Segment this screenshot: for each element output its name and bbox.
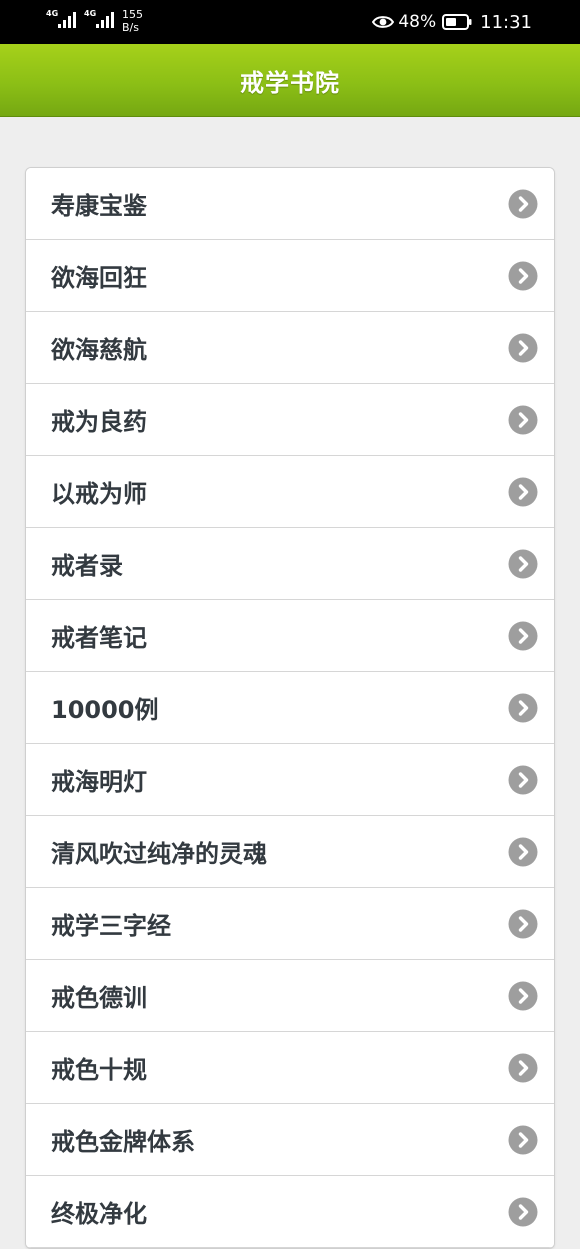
list-item[interactable]: 戒色德训 xyxy=(26,960,554,1032)
signal-bars-icon xyxy=(58,12,76,28)
list-item-label: 戒者笔记 xyxy=(51,624,147,652)
list-item-label: 戒为良药 xyxy=(51,408,147,436)
cellular-signal-2: 4G xyxy=(84,8,114,36)
chevron-right-icon xyxy=(508,1053,538,1082)
list-item[interactable]: 戒海明灯 xyxy=(26,744,554,816)
list-item-label: 欲海慈航 xyxy=(51,336,147,364)
network-speed-value: 155 xyxy=(122,8,143,21)
list-item[interactable]: 戒色金牌体系 xyxy=(26,1104,554,1176)
chevron-right-icon xyxy=(508,765,538,794)
list-item-label: 清风吹过纯净的灵魂 xyxy=(51,840,267,868)
status-bar-right: 48% 11:31 xyxy=(372,10,532,34)
chevron-right-icon xyxy=(508,621,538,650)
list-item-label: 寿康宝鉴 xyxy=(51,192,147,220)
list-item-label: 终极净化 xyxy=(51,1200,147,1228)
list-item[interactable]: 戒为良药 xyxy=(26,384,554,456)
list-item-label: 戒色十规 xyxy=(51,1056,147,1084)
list-item[interactable]: 戒学三字经 xyxy=(26,888,554,960)
list-item[interactable]: 欲海慈航 xyxy=(26,312,554,384)
chevron-right-icon xyxy=(508,981,538,1010)
network-type-label: 4G xyxy=(46,9,59,18)
list-item[interactable]: 戒色十规 xyxy=(26,1032,554,1104)
network-speed: 155 B/s xyxy=(122,8,143,34)
chevron-right-icon xyxy=(508,189,538,218)
chevron-right-icon xyxy=(508,1125,538,1154)
page-title: 戒学书院 xyxy=(240,68,340,97)
book-list: 寿康宝鉴欲海回狂欲海慈航戒为良药以戒为师戒者录戒者笔记 10000例 戒海明灯清风吹… xyxy=(25,167,555,1249)
list-item-label: 戒者录 xyxy=(51,552,123,580)
list-item-label: 10000例 xyxy=(51,696,159,724)
chevron-right-icon xyxy=(508,333,538,362)
list-item[interactable]: 以戒为师 xyxy=(26,456,554,528)
chevron-right-icon xyxy=(508,837,538,866)
chevron-right-icon xyxy=(508,477,538,506)
list-item-label: 以戒为师 xyxy=(51,480,147,508)
header-bar: 戒学书院 xyxy=(0,44,580,117)
status-bar-left: 4G 4G 155 B/s xyxy=(46,8,143,36)
battery-icon xyxy=(442,14,472,30)
list-item[interactable]: 终极净化 xyxy=(26,1176,554,1248)
battery-percent: 48% xyxy=(398,12,437,32)
signal-bars-icon xyxy=(96,12,114,28)
list-item[interactable]: 欲海回狂 xyxy=(26,240,554,312)
chevron-right-icon xyxy=(508,693,538,722)
list-item[interactable]: 清风吹过纯净的灵魂 xyxy=(26,816,554,888)
list-item-label: 戒学三字经 xyxy=(51,912,171,940)
list-item-label: 戒海明灯 xyxy=(51,768,147,796)
list-item[interactable]: 寿康宝鉴 xyxy=(26,168,554,240)
chevron-right-icon xyxy=(508,1197,538,1226)
chevron-right-icon xyxy=(508,909,538,938)
network-speed-unit: B/s xyxy=(122,21,139,34)
chevron-right-icon xyxy=(508,549,538,578)
list-item[interactable]: 戒者录 xyxy=(26,528,554,600)
list-item[interactable]: 10000例 xyxy=(26,672,554,744)
network-type-label: 4G xyxy=(84,9,97,18)
status-bar: 4G 4G 155 B/s 48% 11:31 xyxy=(0,0,580,44)
chevron-right-icon xyxy=(508,261,538,290)
list-item-label: 戒色德训 xyxy=(51,984,147,1012)
eye-comfort-icon xyxy=(372,16,395,28)
list-item[interactable]: 戒者笔记 xyxy=(26,600,554,672)
list-item-label: 戒色金牌体系 xyxy=(51,1128,195,1156)
chevron-right-icon xyxy=(508,405,538,434)
clock: 11:31 xyxy=(480,11,532,33)
list-item-label: 欲海回狂 xyxy=(51,264,147,292)
cellular-signal-1: 4G xyxy=(46,8,76,36)
